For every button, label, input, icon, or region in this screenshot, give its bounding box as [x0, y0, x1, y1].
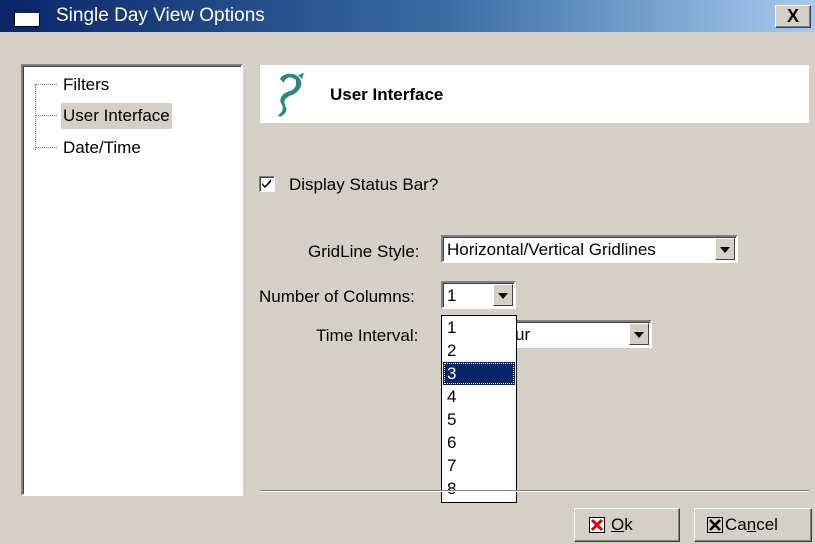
columns-select[interactable]: 1	[441, 281, 516, 309]
status-bar-checkbox[interactable]	[259, 176, 275, 192]
tree-item-label: Filters	[63, 75, 110, 94]
checkmark-icon	[262, 179, 271, 188]
cancel-label-start: Ca	[725, 515, 747, 534]
cancel-label-end: cel	[756, 515, 778, 534]
list-item[interactable]: 5	[443, 408, 515, 431]
list-item[interactable]: 4	[443, 385, 515, 408]
ok-accel: O	[611, 515, 625, 534]
gridline-style-select[interactable]: Horizontal/Vertical Gridlines	[441, 235, 738, 263]
ok-x-icon	[589, 517, 605, 533]
page-title: User Interface	[330, 85, 444, 104]
tree-connector	[35, 84, 36, 150]
cancel-x-icon	[707, 517, 723, 533]
chevron-down-icon	[498, 293, 508, 299]
ok-label: k	[624, 515, 633, 534]
cancel-button[interactable]: Cancel	[694, 508, 812, 542]
list-item[interactable]: 1	[443, 316, 515, 339]
list-item[interactable]: 2	[443, 339, 515, 362]
dropdown-button[interactable]	[629, 323, 649, 345]
seahorse-logo-icon	[278, 73, 304, 117]
columns-label: Number of Columns:	[259, 287, 415, 306]
chevron-down-icon	[720, 247, 730, 253]
close-button[interactable]: X	[775, 5, 811, 28]
chevron-down-icon	[634, 332, 644, 338]
ok-button[interactable]: Ok	[574, 508, 680, 542]
divider	[260, 490, 809, 492]
columns-dropdown-list[interactable]: 1 2 3 4 5 6 7 8	[441, 315, 517, 503]
section-header: User Interface	[260, 65, 809, 123]
gridline-style-value: Horizontal/Vertical Gridlines	[447, 240, 656, 259]
tree-item-label: Date/Time	[63, 138, 141, 157]
list-item[interactable]: 6	[443, 431, 515, 454]
cancel-accel: n	[746, 515, 757, 534]
gridline-style-label: GridLine Style:	[308, 242, 420, 261]
close-icon: X	[786, 6, 799, 26]
window-icon	[14, 9, 40, 27]
columns-value: 1	[447, 286, 457, 305]
dropdown-button[interactable]	[715, 238, 735, 260]
list-item[interactable]: 8	[443, 477, 515, 500]
status-bar-label[interactable]: Display Status Bar?	[289, 175, 438, 195]
dropdown-button[interactable]	[493, 284, 513, 306]
list-item[interactable]: 3	[443, 362, 515, 385]
window-title: Single Day View Options	[56, 5, 265, 26]
list-item[interactable]: 7	[443, 454, 515, 477]
title-bar[interactable]: Single Day View Options X	[0, 0, 815, 32]
tree-item-label: User Interface	[61, 103, 172, 129]
options-tree[interactable]: Filters User Interface Date/Time	[21, 64, 243, 496]
time-interval-value: ur	[515, 325, 531, 344]
time-interval-label: Time Interval:	[316, 326, 419, 345]
